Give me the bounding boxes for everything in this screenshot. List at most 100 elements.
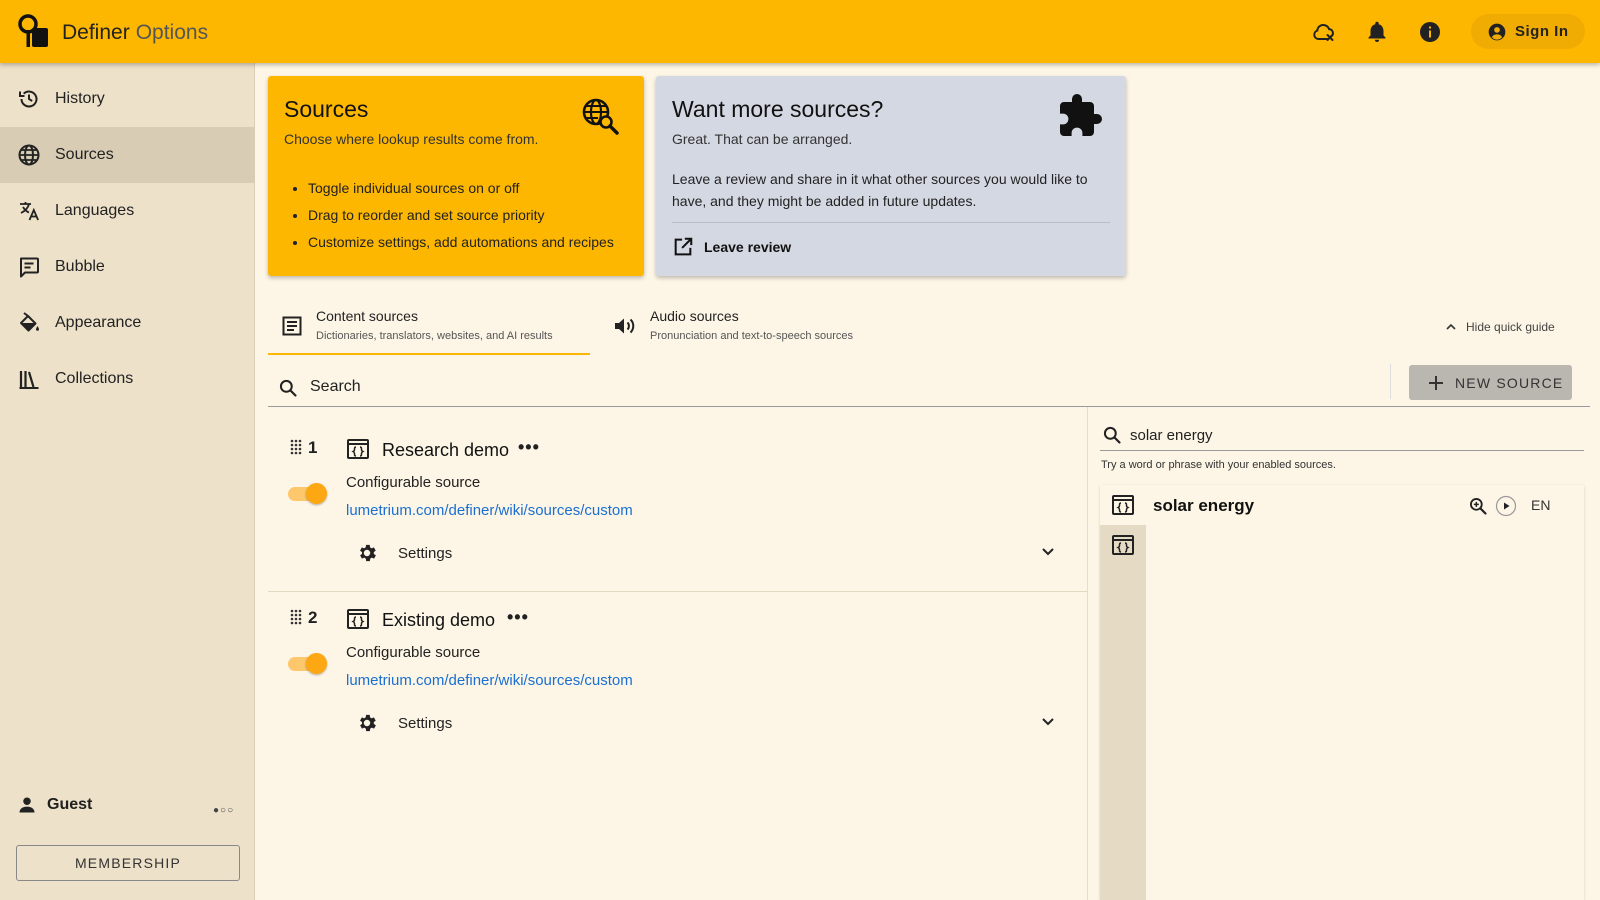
- search-icon: [1103, 426, 1121, 444]
- source-more-menu-button[interactable]: •••: [507, 607, 529, 628]
- top-bar: Definer Options Sign In: [0, 0, 1600, 63]
- source-search-bar: [268, 364, 1590, 407]
- translate-icon: [20, 202, 39, 221]
- card-subtitle: Choose where lookup results come from.: [284, 131, 539, 147]
- sidebar-item-label: History: [55, 90, 105, 107]
- sidebar-item-history[interactable]: History: [0, 71, 255, 127]
- chevron-down-icon: [1042, 548, 1054, 556]
- chevron-down-icon: [1042, 718, 1054, 726]
- preview-search-bar: [1100, 420, 1584, 451]
- tab-title: Content sources: [316, 308, 418, 324]
- preview-word: solar energy: [1153, 496, 1255, 515]
- source-docs-link[interactable]: lumetrium.com/definer/wiki/sources/custo…: [346, 502, 633, 519]
- divider: [268, 591, 1087, 592]
- guide-bullet: Drag to reorder and set source priority: [308, 202, 614, 229]
- divider: [672, 222, 1110, 223]
- tab-subtitle: Dictionaries, translators, websites, and…: [316, 330, 553, 342]
- gear-icon: [360, 714, 376, 732]
- plus-icon: [1429, 375, 1443, 390]
- source-order: 1: [308, 438, 318, 457]
- comment-icon: [20, 257, 39, 278]
- tab-title: Audio sources: [650, 308, 739, 324]
- volume-icon: [615, 318, 635, 334]
- zoom-in-icon[interactable]: [1468, 496, 1488, 516]
- custom-source-icon[interactable]: [1111, 534, 1135, 556]
- sidebar-item-collections[interactable]: Collections: [0, 351, 255, 407]
- guide-bullet: Toggle individual sources on or off: [308, 175, 614, 202]
- preview-source-rail: [1100, 525, 1146, 900]
- source-settings-expander[interactable]: Settings: [356, 708, 1056, 738]
- sidebar-item-label: Bubble: [55, 258, 105, 275]
- sidebar-item-appearance[interactable]: Appearance: [0, 295, 255, 351]
- preview-panel: solar energy EN: [1100, 485, 1584, 900]
- history-icon: [19, 90, 38, 108]
- column-divider: [1087, 407, 1088, 900]
- card-title: Sources: [284, 96, 369, 122]
- sidebar: History Sources Languages Bubble Appeara…: [0, 63, 255, 900]
- article-icon: [282, 316, 302, 336]
- account-circle-icon: [1488, 23, 1506, 40]
- divider: [1390, 364, 1391, 399]
- sidebar-item-label: Appearance: [55, 314, 142, 331]
- more-sources-card: Want more sources? Great. That can be ar…: [656, 76, 1126, 276]
- sidebar-item-sources[interactable]: Sources: [0, 127, 255, 183]
- sidebar-item-languages[interactable]: Languages: [0, 183, 255, 239]
- tab-audio-sources[interactable]: Audio sources Pronunciation and text-to-…: [600, 300, 880, 355]
- sidebar-item-label: Languages: [55, 202, 135, 219]
- play-icon[interactable]: [1495, 495, 1517, 517]
- source-type: Configurable source: [346, 474, 481, 491]
- source-name: Research demo: [382, 440, 510, 460]
- user-name: Guest: [47, 796, 93, 813]
- info-icon[interactable]: [1418, 20, 1442, 44]
- source-item: 2 Existing demo ••• Configurable source …: [268, 600, 1087, 761]
- hide-quick-guide-button[interactable]: Hide quick guide: [1446, 320, 1555, 334]
- bell-icon[interactable]: [1365, 20, 1389, 44]
- app-title: Definer Options: [62, 21, 209, 44]
- source-name: Existing demo: [382, 610, 496, 630]
- sidebar-item-bubble[interactable]: Bubble: [0, 239, 255, 295]
- source-item: 1 Research demo ••• Configurable source …: [268, 430, 1087, 591]
- custom-source-icon: [347, 439, 369, 459]
- user-profile[interactable]: Guest: [17, 795, 92, 815]
- source-enabled-toggle[interactable]: [286, 652, 328, 674]
- preview-hint: Try a word or phrase with your enabled s…: [1101, 459, 1336, 471]
- globe-icon: [18, 144, 40, 166]
- source-more-menu-button[interactable]: •••: [518, 437, 540, 458]
- leave-review-link[interactable]: Leave review: [672, 236, 791, 258]
- drag-handle-icon[interactable]: [290, 439, 302, 455]
- guide-bullets: Toggle individual sources on or off Drag…: [308, 175, 614, 256]
- source-settings-expander[interactable]: Settings: [356, 538, 1056, 568]
- sidebar-item-label: Collections: [55, 370, 134, 387]
- search-icon: [279, 379, 297, 397]
- card-subtitle: Great. That can be arranged.: [672, 131, 853, 147]
- card-body-text: Leave a review and share in it what othe…: [672, 171, 1088, 209]
- search-input[interactable]: [310, 374, 1310, 400]
- source-enabled-toggle[interactable]: [286, 482, 328, 504]
- drag-handle-icon[interactable]: [290, 609, 302, 625]
- tab-content-sources[interactable]: Content sources Dictionaries, translator…: [268, 300, 590, 355]
- membership-button[interactable]: MEMBERSHIP: [16, 845, 240, 881]
- card-title: Want more sources?: [672, 96, 884, 122]
- preview-result-header: solar energy EN: [1100, 485, 1584, 525]
- custom-source-icon: [347, 609, 369, 629]
- source-type: Configurable source: [346, 644, 481, 661]
- definer-logo-icon: [18, 14, 48, 47]
- sign-in-button[interactable]: Sign In: [1471, 14, 1585, 49]
- open-in-new-icon: [674, 237, 693, 256]
- library-icon: [19, 371, 39, 389]
- preview-search-input[interactable]: [1130, 424, 1570, 446]
- chevron-up-icon: [1446, 323, 1456, 330]
- sources-guide-card: Sources Choose where lookup results come…: [268, 76, 644, 276]
- gear-icon: [360, 544, 376, 562]
- sidebar-item-label: Sources: [55, 146, 114, 163]
- globe-search-icon: [582, 98, 619, 135]
- paint-bucket-icon: [20, 312, 39, 332]
- new-source-button[interactable]: NEW SOURCE: [1409, 365, 1572, 400]
- person-icon: [19, 797, 35, 813]
- source-order: 2: [308, 608, 318, 627]
- custom-source-icon[interactable]: [1111, 494, 1135, 516]
- source-docs-link[interactable]: lumetrium.com/definer/wiki/sources/custo…: [346, 672, 633, 689]
- tab-subtitle: Pronunciation and text-to-speech sources: [650, 330, 854, 342]
- cloud-off-icon[interactable]: [1312, 20, 1336, 44]
- user-menu-indicator[interactable]: ●○○: [213, 805, 234, 816]
